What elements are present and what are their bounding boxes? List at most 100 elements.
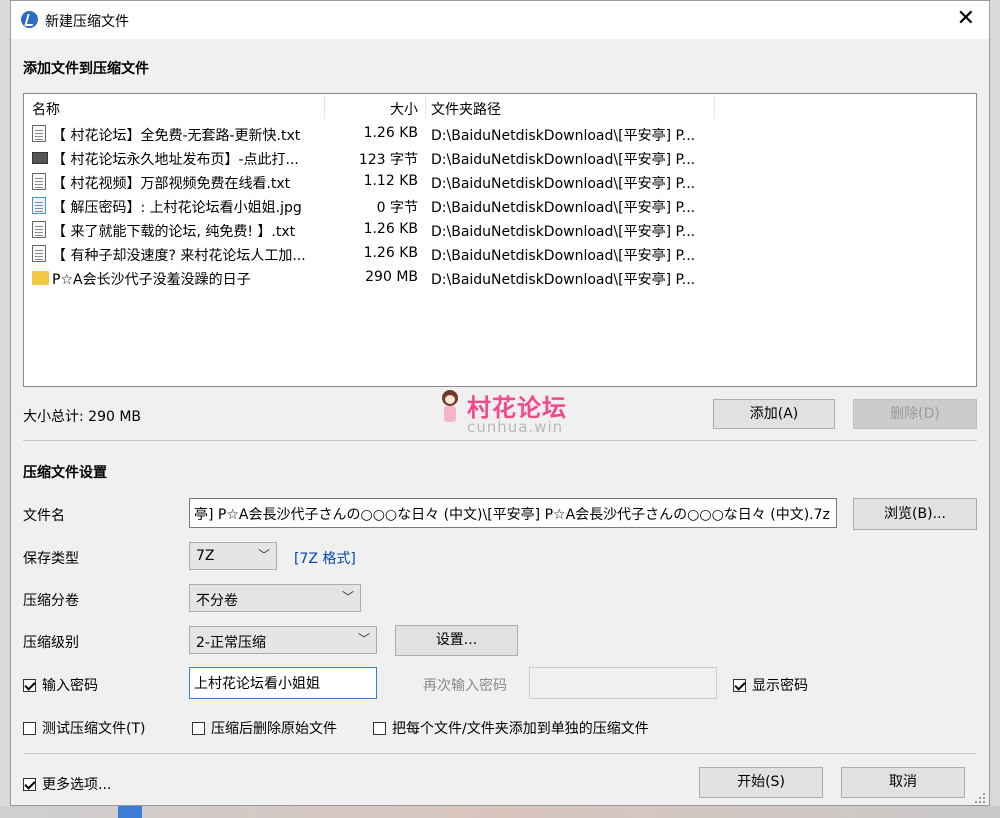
column-header-size[interactable]: 大小 (390, 99, 418, 119)
file-name: 【 来了就能下载的论坛, 纯免费! 】.txt (52, 224, 296, 240)
file-name: 【 村花论坛永久地址发布页】-点此打... (52, 152, 299, 168)
filename-label: 文件名 (23, 508, 65, 524)
divider (23, 440, 977, 441)
file-path: D:\BaiduNetdiskDownload\[平安亭] P... (431, 152, 696, 168)
file-list-row[interactable]: 【 来了就能下载的论坛, 纯免费! 】.txt 1.26 KB D:\BaiduNe… (24, 218, 976, 242)
add-button[interactable]: 添加(A) (713, 399, 835, 429)
file-name: 【 村花视频】万部视频免费在线看.txt (52, 176, 291, 192)
separate-archives-label: 把每个文件/文件夹添加到单独的压缩文件 (392, 721, 649, 737)
app-logo-icon (21, 11, 38, 28)
file-size: 123 字节 (358, 152, 418, 168)
file-list-header: 名称 大小 文件夹路径 (24, 94, 976, 120)
file-size: 290 MB (365, 269, 418, 285)
delete-after-label: 压缩后删除原始文件 (211, 721, 337, 737)
compression-level-select[interactable]: 2-正常压缩 ﹀ (189, 626, 377, 654)
file-name: 【 村花论坛】全免费-无套路-更新快.txt (52, 128, 301, 144)
file-path: D:\BaiduNetdiskDownload\[平安亭] P... (431, 128, 696, 144)
file-size: 1.12 KB (363, 173, 418, 189)
filename-input[interactable]: 亭] P☆A会長沙代子さんの○○○な日々 (中文)\[平安亭] P☆A会長沙代子… (189, 498, 837, 528)
split-volume-select[interactable]: 不分卷 ﹀ (189, 584, 361, 612)
test-archive-label: 测试压缩文件(T) (42, 721, 146, 737)
total-size-label: 大小总计: 290 MB (23, 409, 142, 425)
compression-level-value: 2-正常压缩 (196, 635, 266, 651)
column-header-name[interactable]: 名称 (32, 99, 60, 119)
settings-section-title: 压缩文件设置 (23, 465, 107, 481)
window-title: 新建压缩文件 (45, 14, 129, 30)
add-files-section-title: 添加文件到压缩文件 (23, 61, 149, 77)
checkbox-checked-icon[interactable] (23, 678, 36, 692)
file-list-row[interactable]: 【 村花论坛永久地址发布页】-点此打... 123 字节 D:\BaiduNetdi… (24, 146, 976, 170)
more-options-label: 更多选项... (42, 777, 112, 793)
watermark-logo: 村花论坛 cunhua.win (439, 388, 599, 438)
checkbox-icon[interactable] (23, 721, 36, 735)
separate-archives-checkbox[interactable]: 把每个文件/文件夹添加到单独的压缩文件 (373, 718, 649, 738)
file-size: 1.26 KB (363, 245, 418, 261)
file-list-row[interactable]: 【 解压密码】: 上村花论坛看小姐姐.jpg 0 字节 D:\BaiduNetdis… (24, 194, 976, 218)
checkbox-checked-icon[interactable] (23, 777, 36, 791)
chevron-down-icon: ﹀ (357, 632, 370, 646)
shortcut-icon (32, 152, 48, 164)
settings-button[interactable]: 设置... (395, 625, 518, 656)
file-name: 【 有种子却没速度? 来村花论坛人工加... (52, 248, 306, 264)
file-list-row[interactable]: 【 村花论坛】全免费-无套路-更新快.txt 1.26 KB D:\BaiduNet… (24, 122, 976, 146)
file-size: 1.26 KB (363, 221, 418, 237)
file-path: D:\BaiduNetdiskDownload\[平安亭] P... (431, 200, 696, 216)
folder-icon (32, 271, 49, 285)
title-bar: 新建压缩文件 ✕ (11, 1, 989, 39)
chevron-down-icon: ﹀ (257, 548, 270, 562)
close-icon[interactable]: ✕ (957, 7, 975, 31)
file-list-row[interactable]: 【 村花视频】万部视频免费在线看.txt 1.12 KB D:\BaiduNetdi… (24, 170, 976, 194)
image-file-icon (32, 197, 46, 214)
password-checkbox-label: 输入密码 (42, 678, 98, 694)
file-list-row[interactable]: P☆A会长沙代子没羞没躁的日子 290 MB D:\BaiduNetdiskDown… (24, 266, 976, 290)
split-volume-label: 压缩分卷 (23, 593, 79, 609)
checkbox-icon[interactable] (192, 721, 205, 735)
desktop-background-strip (0, 806, 1000, 818)
split-volume-value: 不分卷 (196, 593, 238, 609)
format-link[interactable]: [7Z 格式] (294, 548, 356, 568)
file-size: 0 字节 (376, 200, 418, 216)
delete-after-checkbox[interactable]: 压缩后删除原始文件 (192, 718, 337, 738)
browse-button[interactable]: 浏览(B)... (853, 498, 977, 530)
cancel-button[interactable]: 取消 (841, 767, 965, 798)
text-file-icon (32, 125, 46, 142)
show-password-checkbox[interactable]: 显示密码 (733, 675, 808, 695)
save-type-label: 保存类型 (23, 551, 79, 567)
file-path: D:\BaiduNetdiskDownload\[平安亭] P... (431, 248, 696, 264)
compression-level-label: 压缩级别 (23, 635, 79, 651)
text-file-icon (32, 173, 46, 190)
password-checkbox[interactable]: 输入密码 (23, 675, 98, 695)
file-list-row[interactable]: 【 有种子却没速度? 来村花论坛人工加... 1.26 KB D:\BaiduNet… (24, 242, 976, 266)
file-name: P☆A会长沙代子没羞没躁的日子 (52, 272, 251, 288)
file-path: D:\BaiduNetdiskDownload\[平安亭] P... (431, 272, 696, 288)
file-list[interactable]: 名称 大小 文件夹路径 【 村花论坛】全免费-无套路-更新快.txt 1.26 K… (23, 93, 977, 387)
more-options-checkbox[interactable]: 更多选项... (23, 774, 111, 794)
resize-grip-icon[interactable] (973, 791, 985, 803)
watermark-subtitle: cunhua.win (467, 418, 564, 436)
taskbar-item[interactable] (118, 806, 142, 818)
doll-mascot-icon (439, 390, 461, 430)
confirm-password-label: 再次输入密码 (423, 678, 507, 694)
save-type-value: 7Z (196, 548, 215, 564)
checkbox-icon[interactable] (373, 721, 386, 735)
confirm-password-input[interactable] (529, 667, 717, 699)
file-path: D:\BaiduNetdiskDownload\[平安亭] P... (431, 224, 696, 240)
column-divider[interactable] (324, 96, 325, 118)
save-type-select[interactable]: 7Z ﹀ (189, 542, 277, 570)
delete-button[interactable]: 删除(D) (853, 399, 977, 429)
column-divider[interactable] (714, 96, 715, 118)
checkbox-checked-icon[interactable] (733, 678, 746, 692)
show-password-label: 显示密码 (752, 678, 808, 694)
compress-dialog: 新建压缩文件 ✕ 添加文件到压缩文件 名称 大小 文件夹路径 【 村花论坛】全免… (10, 0, 990, 806)
text-file-icon (32, 221, 46, 238)
column-divider[interactable] (425, 96, 426, 118)
password-input[interactable]: 上村花论坛看小姐姐 (189, 667, 377, 699)
filename-value: 亭] P☆A会長沙代子さんの○○○な日々 (中文)\[平安亭] P☆A会長沙代子… (194, 507, 830, 523)
test-archive-checkbox[interactable]: 测试压缩文件(T) (23, 718, 145, 738)
chevron-down-icon: ﹀ (341, 590, 354, 604)
column-header-path[interactable]: 文件夹路径 (431, 99, 501, 119)
divider (23, 753, 977, 754)
file-path: D:\BaiduNetdiskDownload\[平安亭] P... (431, 176, 696, 192)
start-button[interactable]: 开始(S) (699, 767, 823, 798)
file-name: 【 解压密码】: 上村花论坛看小姐姐.jpg (52, 200, 302, 216)
